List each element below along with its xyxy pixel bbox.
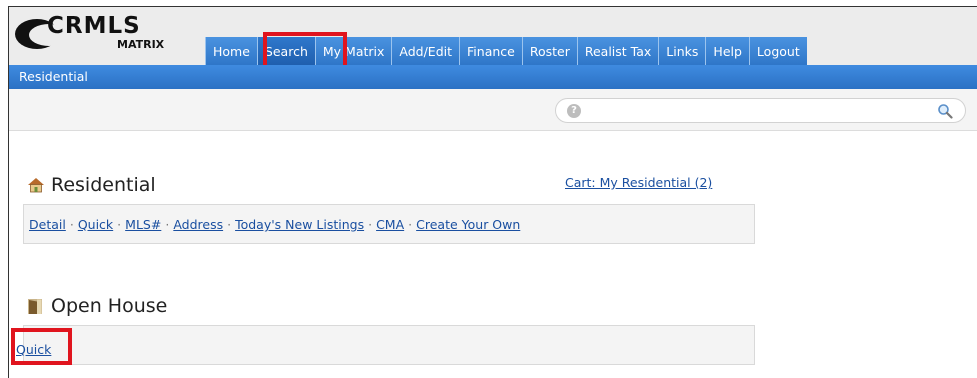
door-icon	[28, 299, 42, 314]
open-house-title: Open House	[51, 295, 168, 317]
app-window: CRMLS MATRIX Home Search My Matrix Add/E…	[8, 6, 977, 378]
residential-search-links: Detail · Quick · MLS# · Address · Today's New Li…	[23, 204, 755, 244]
open-house-search-links	[23, 325, 755, 365]
search-link-mls[interactable]: MLS#	[125, 217, 161, 232]
subnav-residential[interactable]: Residential	[19, 69, 88, 84]
search-link-cma[interactable]: CMA	[376, 217, 404, 232]
subnav-bar: Residential	[9, 65, 977, 89]
residential-title: Residential	[51, 174, 156, 196]
nav-tab-search[interactable]: Search	[256, 37, 315, 65]
open-house-heading: Open House	[27, 295, 167, 317]
house-icon	[28, 178, 44, 193]
search-link-detail[interactable]: Detail	[29, 217, 66, 232]
logo-sub: MATRIX	[117, 38, 165, 51]
search-bar: ?	[9, 89, 977, 131]
nav-tab-finance[interactable]: Finance	[459, 37, 522, 65]
quick-link-highlight	[11, 328, 72, 365]
search-link-todays-new-listings[interactable]: Today's New Listings	[235, 217, 364, 232]
nav-tab-realist-tax[interactable]: Realist Tax	[576, 37, 659, 65]
search-input[interactable]: ?	[555, 98, 966, 123]
nav-tab-add-edit[interactable]: Add/Edit	[391, 37, 460, 65]
search-link-quick[interactable]: Quick	[78, 217, 113, 232]
cart-link[interactable]: Cart: My Residential (2)	[565, 175, 712, 190]
logo-brand: CRMLS	[47, 13, 141, 39]
main-nav: Home Search My Matrix Add/Edit Finance R…	[205, 37, 807, 65]
help-icon[interactable]: ?	[567, 104, 581, 118]
crmls-matrix-logo[interactable]: CRMLS MATRIX	[15, 13, 199, 55]
header-bar: CRMLS MATRIX Home Search My Matrix Add/E…	[9, 7, 977, 70]
nav-tab-links[interactable]: Links	[658, 37, 706, 65]
nav-tab-roster[interactable]: Roster	[521, 37, 577, 65]
nav-tab-home[interactable]: Home	[205, 37, 257, 65]
search-icon[interactable]	[937, 103, 953, 119]
nav-tab-logout[interactable]: Logout	[748, 37, 807, 65]
search-link-create-your-own[interactable]: Create Your Own	[416, 217, 520, 232]
nav-tab-my-matrix[interactable]: My Matrix	[314, 37, 392, 65]
residential-heading: Residential	[27, 174, 156, 196]
search-link-address[interactable]: Address	[173, 217, 223, 232]
nav-tab-help[interactable]: Help	[705, 37, 749, 65]
